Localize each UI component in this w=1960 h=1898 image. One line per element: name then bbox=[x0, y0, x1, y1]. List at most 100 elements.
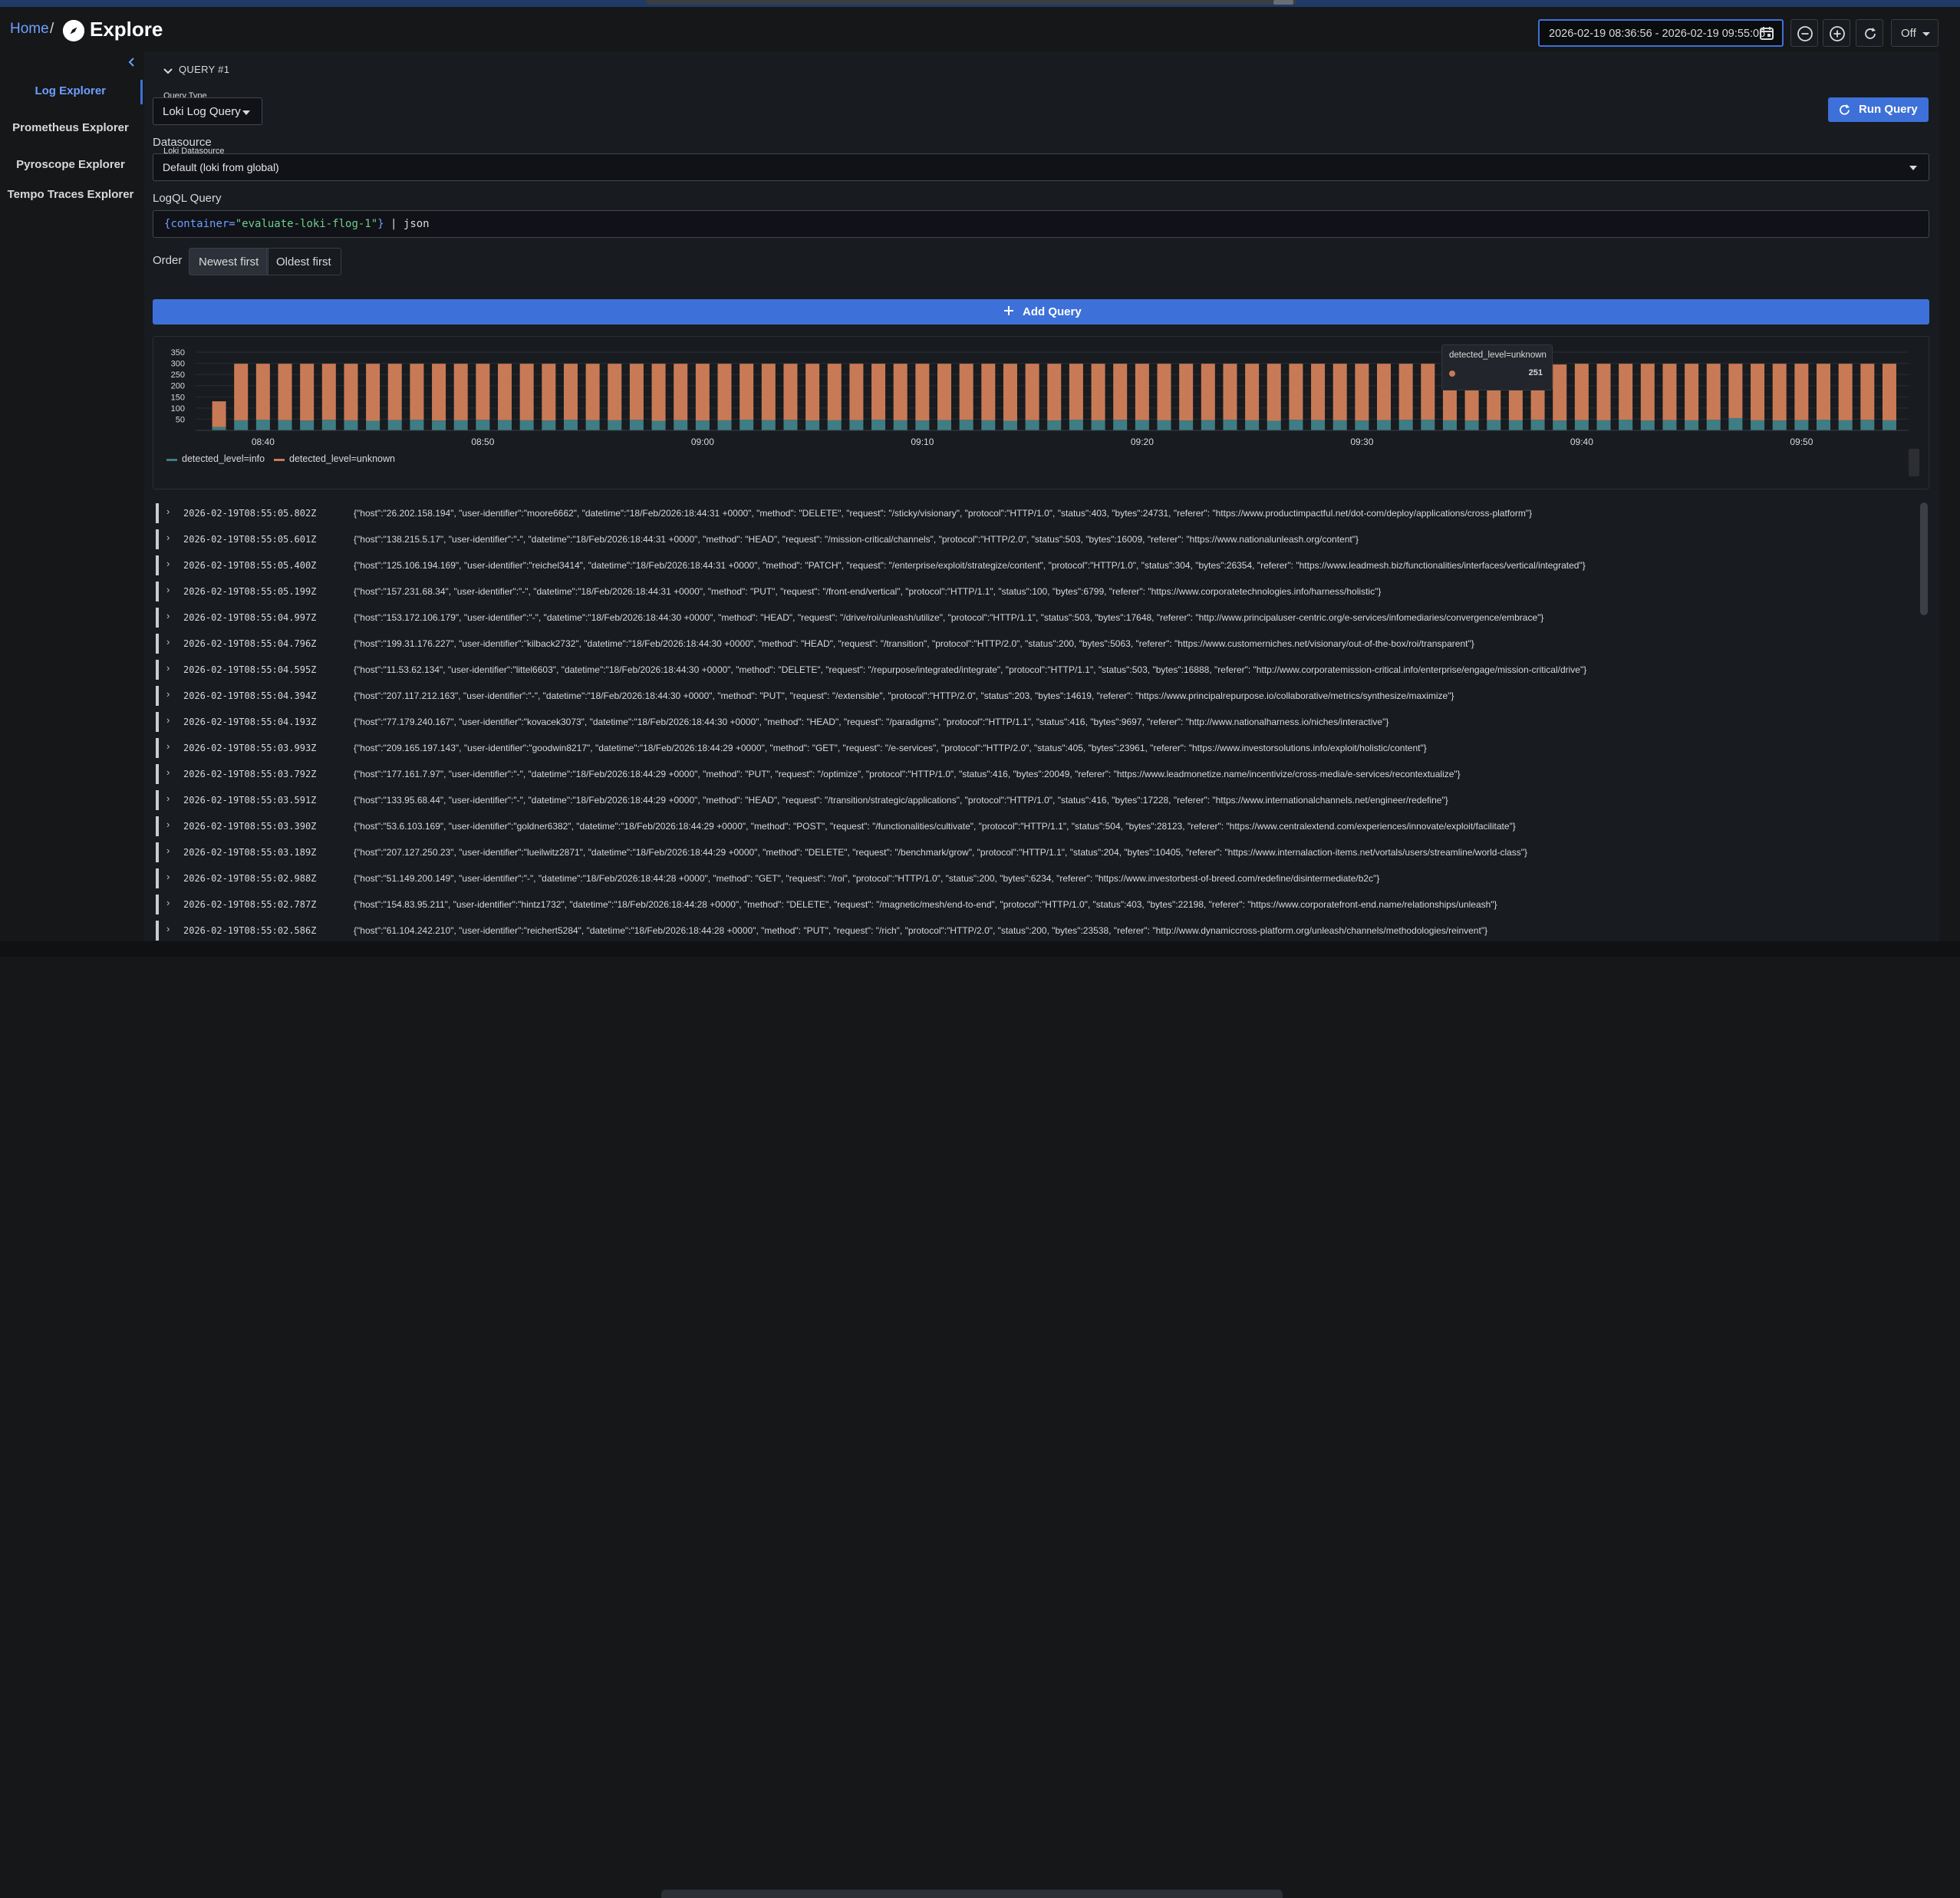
bar-info[interactable] bbox=[740, 420, 754, 430]
bar-info[interactable] bbox=[432, 420, 446, 430]
bar-unknown[interactable] bbox=[1794, 364, 1809, 420]
bar-info[interactable] bbox=[717, 420, 732, 430]
sidebar-item-pyroscope-explorer[interactable]: Pyroscope Explorer bbox=[0, 158, 141, 171]
bar-info[interactable] bbox=[893, 420, 908, 430]
bar-info[interactable] bbox=[827, 420, 842, 430]
bar-unknown[interactable] bbox=[1619, 364, 1633, 420]
bar-unknown[interactable] bbox=[783, 364, 798, 420]
bar-info[interactable] bbox=[1487, 420, 1501, 430]
bar-info[interactable] bbox=[783, 420, 798, 430]
run-query-button[interactable]: Run Query bbox=[1828, 97, 1929, 122]
bar-info[interactable] bbox=[849, 420, 864, 430]
bar-unknown[interactable] bbox=[1596, 364, 1611, 420]
expand-chevron-icon[interactable]: › bbox=[166, 740, 170, 752]
bar-info[interactable] bbox=[651, 420, 666, 430]
expand-chevron-icon[interactable]: › bbox=[166, 845, 170, 856]
bar-unknown[interactable] bbox=[1574, 364, 1589, 420]
bar-info[interactable] bbox=[1553, 420, 1567, 430]
add-query-button[interactable]: Add Query bbox=[153, 299, 1929, 325]
bar-info[interactable] bbox=[1311, 420, 1326, 430]
bar-unknown[interactable] bbox=[1421, 364, 1435, 420]
bar-unknown[interactable] bbox=[674, 364, 688, 420]
bar-info[interactable] bbox=[1069, 420, 1083, 430]
bar-unknown[interactable] bbox=[1838, 364, 1853, 420]
bar-unknown[interactable] bbox=[717, 364, 732, 420]
expand-chevron-icon[interactable]: › bbox=[166, 897, 170, 908]
bar-info[interactable] bbox=[1838, 420, 1853, 430]
bar-info[interactable] bbox=[1685, 420, 1699, 430]
bar-info[interactable] bbox=[585, 420, 600, 430]
expand-chevron-icon[interactable]: › bbox=[166, 871, 170, 882]
log-row[interactable]: › 2026-02-19T08:55:05.601Z {"host":"138.21… bbox=[153, 526, 1917, 552]
bar-unknown[interactable] bbox=[212, 401, 226, 427]
bar-info[interactable] bbox=[1332, 420, 1347, 430]
bar-info[interactable] bbox=[1003, 420, 1017, 430]
bar-info[interactable] bbox=[761, 420, 776, 430]
zoom-out-button[interactable] bbox=[1790, 19, 1818, 47]
bar-unknown[interactable] bbox=[608, 364, 622, 420]
bar-unknown[interactable] bbox=[1772, 364, 1787, 421]
bar-info[interactable] bbox=[255, 420, 270, 430]
log-row[interactable]: › 2026-02-19T08:55:04.595Z {"host":"11.53.… bbox=[153, 657, 1917, 683]
bar-info[interactable] bbox=[1596, 420, 1611, 430]
browser-address-button[interactable] bbox=[1273, 0, 1293, 5]
log-list-scrollbar[interactable] bbox=[1920, 503, 1928, 615]
bar-unknown[interactable] bbox=[1179, 364, 1194, 421]
refresh-button[interactable] bbox=[1856, 19, 1883, 47]
bar-unknown[interactable] bbox=[1860, 364, 1875, 420]
log-row[interactable]: › 2026-02-19T08:55:03.390Z {"host":"53.6.1… bbox=[153, 813, 1917, 839]
bar-unknown[interactable] bbox=[1817, 364, 1831, 420]
bar-info[interactable] bbox=[1706, 420, 1721, 430]
breadcrumb-home-link[interactable]: Home bbox=[10, 21, 49, 38]
expand-chevron-icon[interactable]: › bbox=[166, 714, 170, 726]
log-row[interactable]: › 2026-02-19T08:55:05.802Z {"host":"26.202… bbox=[153, 500, 1917, 526]
bar-unknown[interactable] bbox=[981, 364, 996, 420]
bar-unknown[interactable] bbox=[915, 364, 930, 421]
bar-unknown[interactable] bbox=[1267, 364, 1281, 421]
log-row[interactable]: › 2026-02-19T08:55:04.997Z {"host":"153.17… bbox=[153, 605, 1917, 631]
query-type-select[interactable]: Loki Log Query bbox=[153, 97, 262, 125]
bar-unknown[interactable] bbox=[234, 364, 249, 420]
sidebar-item-prometheus-explorer[interactable]: Prometheus Explorer bbox=[0, 121, 141, 134]
bar-info[interactable] bbox=[321, 420, 336, 430]
bar-info[interactable] bbox=[695, 420, 710, 430]
bar-info[interactable] bbox=[1398, 420, 1413, 430]
bar-unknown[interactable] bbox=[1882, 364, 1896, 420]
bar-info[interactable] bbox=[476, 420, 490, 430]
bar-unknown[interactable] bbox=[1728, 364, 1743, 418]
bar-unknown[interactable] bbox=[761, 364, 776, 420]
log-row[interactable]: › 2026-02-19T08:55:02.586Z {"host":"61.104… bbox=[153, 918, 1917, 942]
bar-unknown[interactable] bbox=[827, 364, 842, 420]
zoom-in-button[interactable] bbox=[1823, 19, 1850, 47]
time-range-picker[interactable]: 2026-02-19 08:36:56 - 2026-02-19 09:55:0… bbox=[1538, 19, 1784, 47]
bar-info[interactable] bbox=[871, 420, 886, 430]
bar-unknown[interactable] bbox=[805, 364, 820, 421]
bar-info[interactable] bbox=[1442, 420, 1457, 430]
bar-unknown[interactable] bbox=[1640, 364, 1655, 421]
bar-info[interactable] bbox=[1882, 420, 1896, 430]
bar-info[interactable] bbox=[1794, 420, 1809, 430]
bar-unknown[interactable] bbox=[1135, 364, 1149, 420]
bar-unknown[interactable] bbox=[366, 364, 380, 421]
expand-chevron-icon[interactable]: › bbox=[166, 636, 170, 647]
bar-info[interactable] bbox=[1113, 420, 1128, 430]
bar-unknown[interactable] bbox=[1157, 364, 1171, 420]
bar-unknown[interactable] bbox=[1025, 364, 1039, 420]
bar-info[interactable] bbox=[519, 420, 534, 430]
bar-info[interactable] bbox=[366, 420, 380, 430]
bar-info[interactable] bbox=[1047, 420, 1062, 430]
sidebar-item-log-explorer[interactable]: Log Explorer bbox=[0, 84, 106, 97]
bar-unknown[interactable] bbox=[278, 364, 292, 420]
expand-chevron-icon[interactable]: › bbox=[166, 766, 170, 778]
log-row[interactable]: › 2026-02-19T08:55:05.199Z {"host":"157.23… bbox=[153, 578, 1917, 605]
bar-info[interactable] bbox=[981, 420, 996, 430]
bar-info[interactable] bbox=[453, 420, 468, 430]
browser-address-bar[interactable] bbox=[646, 0, 1296, 5]
expand-chevron-icon[interactable]: › bbox=[166, 532, 170, 543]
bar-info[interactable] bbox=[300, 420, 315, 430]
bar-info[interactable] bbox=[915, 420, 930, 430]
log-row[interactable]: › 2026-02-19T08:55:05.400Z {"host":"125.10… bbox=[153, 552, 1917, 578]
sidebar-item-tempo-traces-explorer[interactable]: Tempo Traces Explorer bbox=[0, 188, 141, 201]
bar-info[interactable] bbox=[1135, 420, 1149, 430]
bar-info[interactable] bbox=[1091, 420, 1105, 430]
